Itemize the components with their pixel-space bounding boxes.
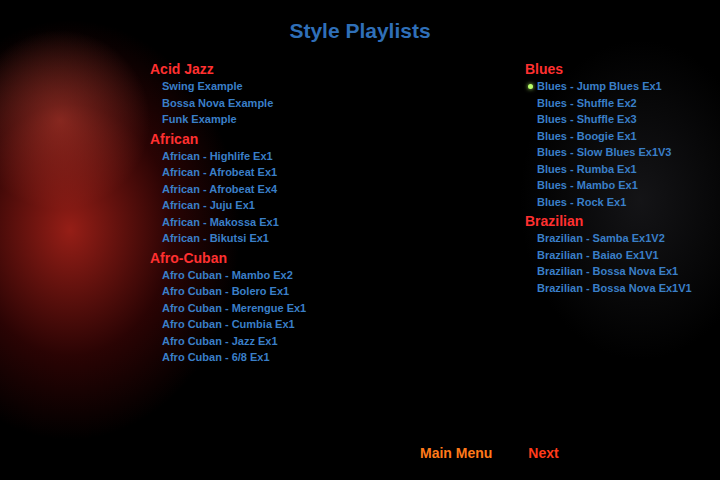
style-category: Acid JazzSwing ExampleBossa Nova Example… [150, 60, 525, 128]
playlist-item[interactable]: African - Highlife Ex1 [150, 148, 525, 165]
playlist-area: Acid JazzSwing ExampleBossa Nova Example… [0, 44, 720, 444]
category-header: Blues [525, 60, 720, 78]
playlist-item[interactable]: Brazilian - Baiao Ex1V1 [525, 247, 720, 264]
playlist-column: Acid JazzSwing ExampleBossa Nova Example… [150, 60, 525, 444]
style-category: Afro-CubanAfro Cuban - Mambo Ex2Afro Cub… [150, 249, 525, 366]
playlist-item[interactable]: African - Afrobeat Ex4 [150, 181, 525, 198]
playlist-item[interactable]: African - Bikutsi Ex1 [150, 230, 525, 247]
playlist-item[interactable]: African - Juju Ex1 [150, 197, 525, 214]
playlist-item[interactable]: Bossa Nova Example [150, 95, 525, 112]
playlist-item[interactable]: Afro Cuban - Merengue Ex1 [150, 300, 525, 317]
style-category: BluesBlues - Jump Blues Ex1Blues - Shuff… [525, 60, 720, 210]
playlist-item[interactable]: Blues - Rock Ex1 [525, 194, 720, 211]
nav-button[interactable]: Main Menu [420, 444, 492, 462]
menu-screen: Style Playlists Acid JazzSwing ExampleBos… [0, 0, 720, 480]
category-header: African [150, 130, 525, 148]
nav-button[interactable]: Next [528, 444, 558, 462]
menu-title: Style Playlists [0, 0, 720, 44]
playlist-column: BluesBlues - Jump Blues Ex1Blues - Shuff… [525, 60, 720, 444]
playlist-item[interactable]: Blues - Mambo Ex1 [525, 177, 720, 194]
playlist-item[interactable]: Blues - Rumba Ex1 [525, 161, 720, 178]
category-header: Acid Jazz [150, 60, 525, 78]
playlist-item[interactable]: Blues - Shuffle Ex2 [525, 95, 720, 112]
playlist-item[interactable]: Blues - Slow Blues Ex1V3 [525, 144, 720, 161]
category-header: Brazilian [525, 212, 720, 230]
playlist-item[interactable]: Blues - Shuffle Ex3 [525, 111, 720, 128]
playlist-item[interactable]: Afro Cuban - 6/8 Ex1 [150, 349, 525, 366]
style-category: AfricanAfrican - Highlife Ex1African - A… [150, 130, 525, 247]
playlist-item[interactable]: Funk Example [150, 111, 525, 128]
playlist-item[interactable]: Afro Cuban - Cumbia Ex1 [150, 316, 525, 333]
playlist-item[interactable]: Brazilian - Bossa Nova Ex1V1 [525, 280, 720, 297]
playlist-item[interactable]: Brazilian - Samba Ex1V2 [525, 230, 720, 247]
playlist-item[interactable]: Afro Cuban - Jazz Ex1 [150, 333, 525, 350]
selection-cursor-icon [528, 84, 533, 89]
playlist-item[interactable]: Blues - Jump Blues Ex1 [525, 78, 720, 95]
style-category: BrazilianBrazilian - Samba Ex1V2Brazilia… [525, 212, 720, 296]
playlist-item[interactable]: African - Afrobeat Ex1 [150, 164, 525, 181]
playlist-item[interactable]: Afro Cuban - Bolero Ex1 [150, 283, 525, 300]
category-header: Afro-Cuban [150, 249, 525, 267]
playlist-item[interactable]: African - Makossa Ex1 [150, 214, 525, 231]
playlist-item[interactable]: Blues - Boogie Ex1 [525, 128, 720, 145]
playlist-item[interactable]: Afro Cuban - Mambo Ex2 [150, 267, 525, 284]
nav-bar: Main Menu Next [0, 444, 720, 480]
playlist-item[interactable]: Brazilian - Bossa Nova Ex1 [525, 263, 720, 280]
playlist-item[interactable]: Swing Example [150, 78, 525, 95]
